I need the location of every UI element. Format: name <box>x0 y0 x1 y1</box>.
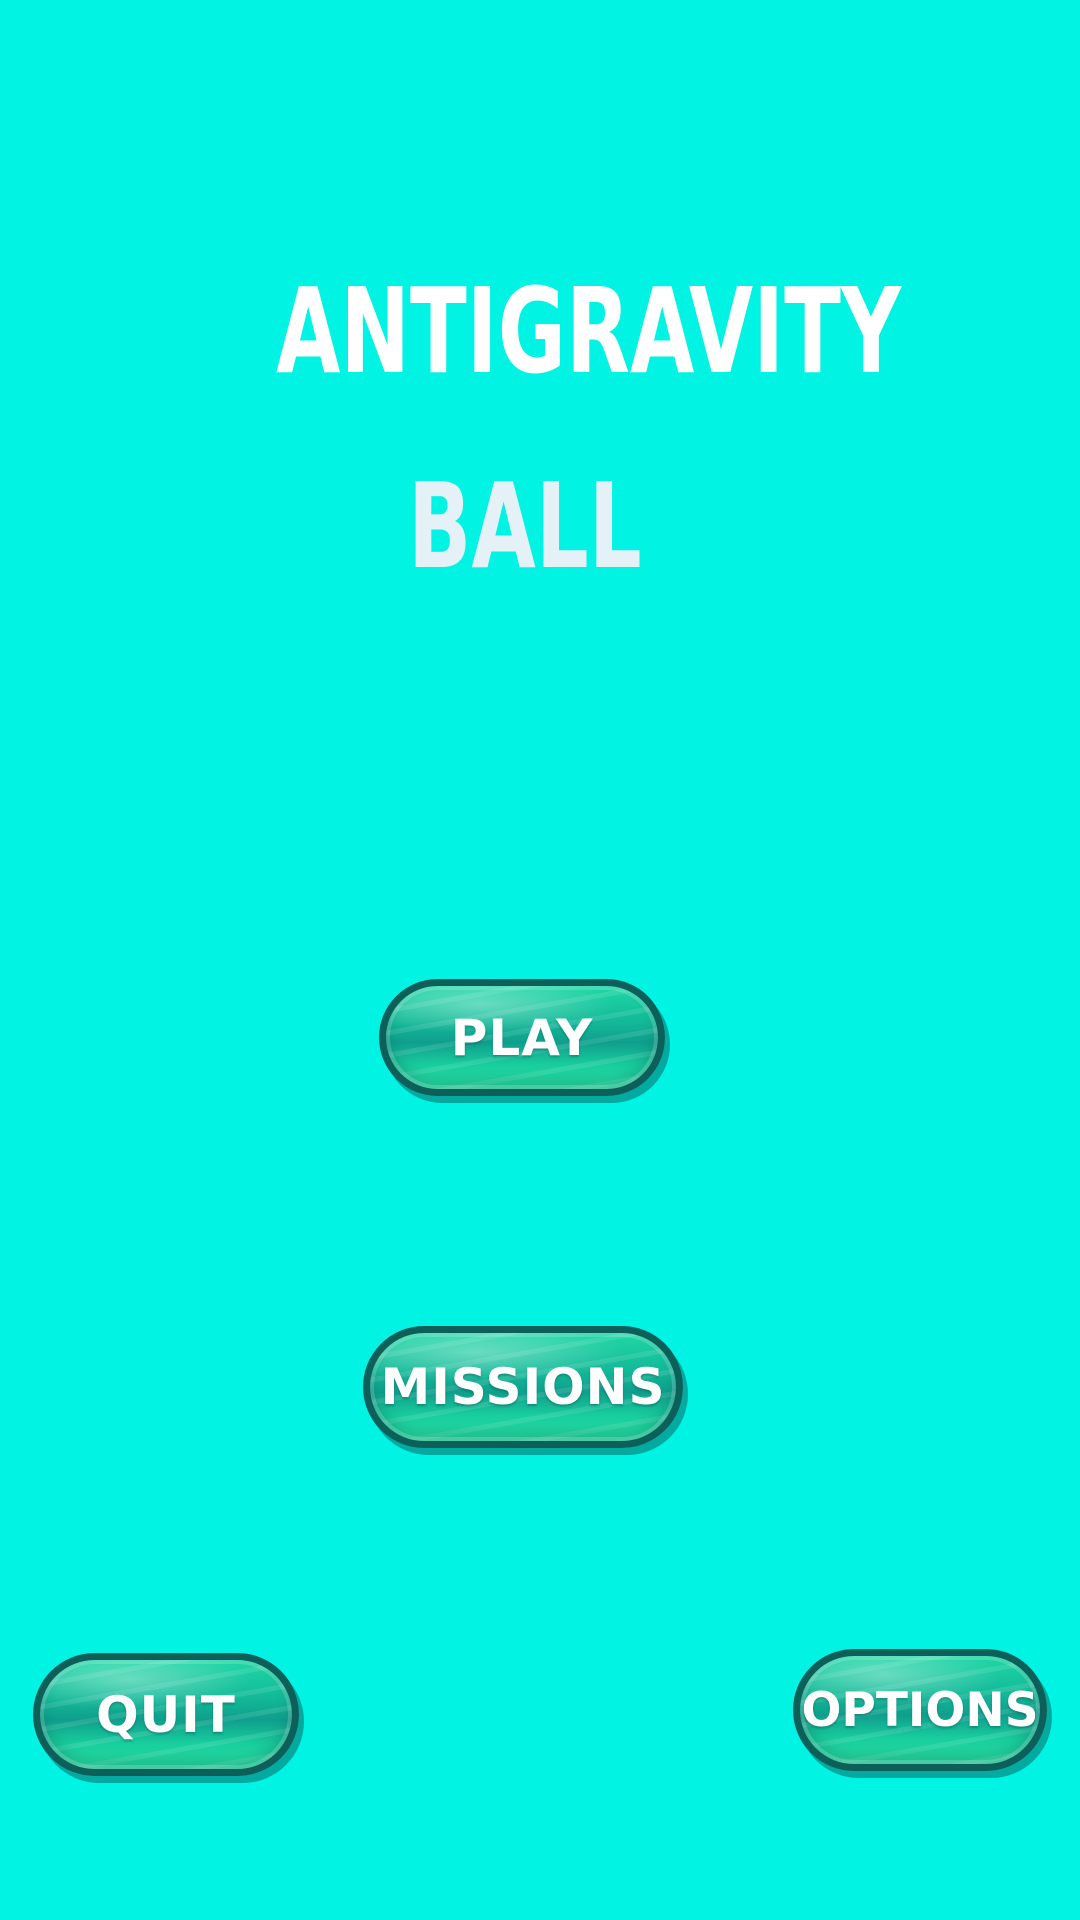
missions-button-label: MISSIONS <box>380 1358 666 1416</box>
options-button[interactable]: OPTIONS <box>793 1649 1047 1771</box>
quit-button[interactable]: QUIT <box>33 1653 299 1776</box>
play-button[interactable]: PLAY <box>379 979 665 1096</box>
quit-button-label: QUIT <box>96 1685 236 1744</box>
options-button-label: OPTIONS <box>801 1682 1039 1738</box>
game-title-line-2: BALL <box>408 457 642 595</box>
missions-button[interactable]: MISSIONS <box>363 1326 683 1448</box>
game-title-line-1: ANTIGRAVITY <box>276 262 902 400</box>
play-button-label: PLAY <box>450 1008 594 1067</box>
